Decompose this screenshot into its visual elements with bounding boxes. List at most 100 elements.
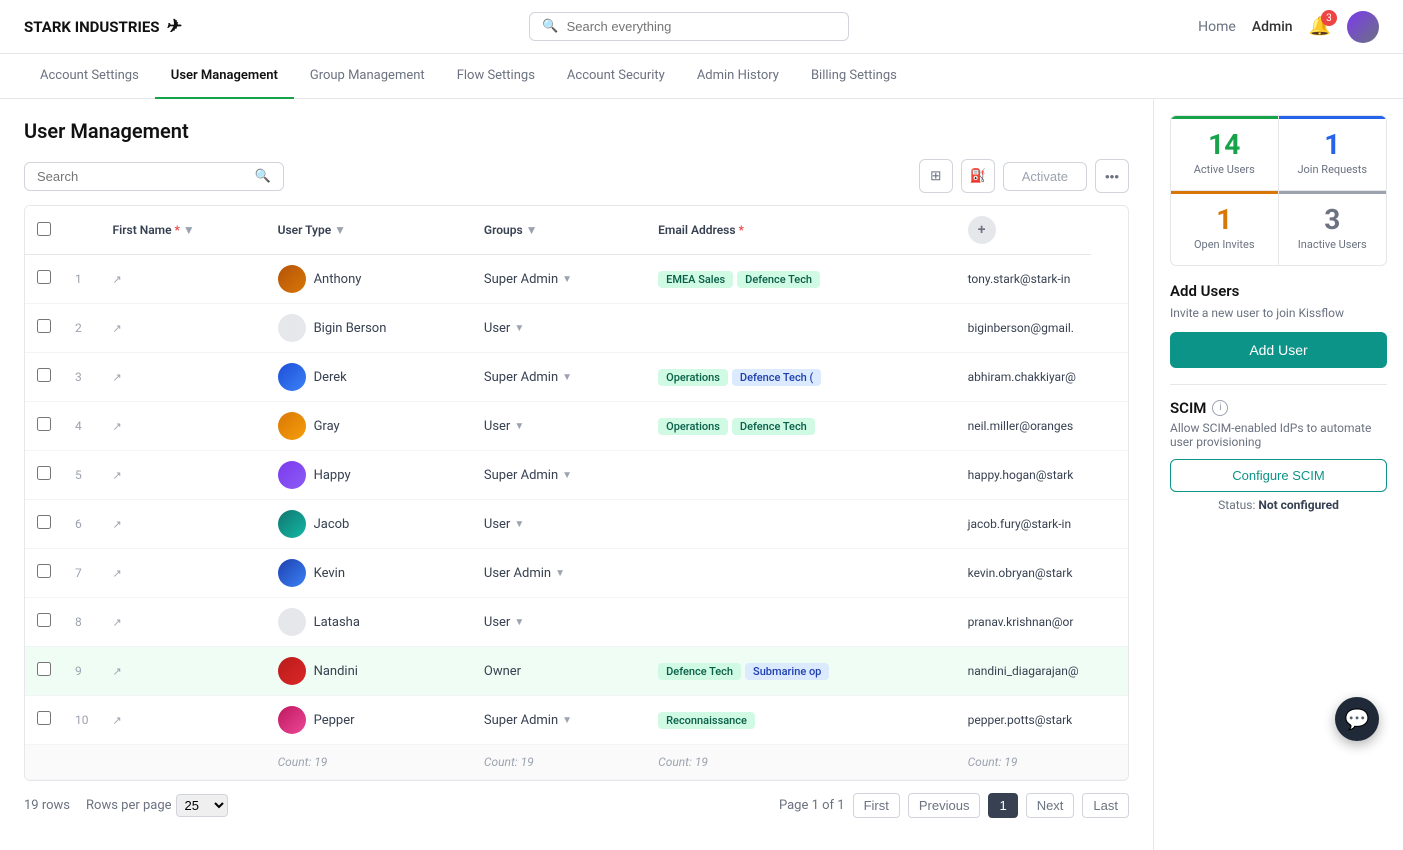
row-number: 3 bbox=[63, 353, 101, 402]
stat-card-active-users[interactable]: 14 Active Users bbox=[1171, 116, 1279, 191]
group-tag: Reconnaissance bbox=[658, 712, 755, 729]
nav-home[interactable]: Home bbox=[1198, 19, 1236, 35]
nav-admin[interactable]: Admin bbox=[1252, 19, 1293, 35]
row-first-name: Nandini bbox=[266, 647, 472, 696]
row-edit-icon[interactable]: ↗ bbox=[101, 549, 266, 598]
tab-account-security[interactable]: Account Security bbox=[551, 54, 681, 99]
toolbar: 🔍 ⊞ ⛽ Activate ••• bbox=[24, 159, 1129, 193]
search-box[interactable]: 🔍 bbox=[24, 162, 284, 191]
stat-card-open-invites[interactable]: 1 Open Invites bbox=[1171, 191, 1279, 265]
table-row: 2 ↗ Bigin Berson User ▼ biginberson@gmai… bbox=[25, 304, 1128, 353]
add-user-button[interactable]: Add User bbox=[1170, 332, 1387, 368]
tab-account-settings[interactable]: Account Settings bbox=[24, 54, 155, 99]
last-page-button[interactable]: Last bbox=[1082, 793, 1129, 818]
type-dropdown[interactable]: ▼ bbox=[562, 715, 572, 726]
type-dropdown[interactable]: ▼ bbox=[555, 568, 565, 579]
row-first-name: Happy bbox=[266, 451, 472, 500]
table-row: 1 ↗ Anthony Super Admin ▼ EMEA SalesDefe… bbox=[25, 255, 1128, 304]
group-tag: Submarine op bbox=[745, 663, 829, 680]
row-checkbox[interactable] bbox=[37, 270, 51, 284]
row-number: 8 bbox=[63, 598, 101, 647]
stat-card-inactive-users[interactable]: 3 Inactive Users bbox=[1279, 191, 1387, 265]
row-checkbox[interactable] bbox=[37, 466, 51, 480]
previous-page-button[interactable]: Previous bbox=[908, 793, 981, 818]
tab-user-management[interactable]: User Management bbox=[155, 54, 294, 99]
filter-button[interactable]: ⛽ bbox=[961, 159, 995, 193]
row-edit-icon[interactable]: ↗ bbox=[101, 500, 266, 549]
stat-card-join-requests[interactable]: 1 Join Requests bbox=[1279, 116, 1387, 191]
table-view-button[interactable]: ⊞ bbox=[919, 159, 953, 193]
configure-scim-button[interactable]: Configure SCIM bbox=[1170, 459, 1387, 492]
row-email: pranav.krishnan@or bbox=[956, 598, 1091, 647]
notifications-button[interactable]: 🔔 3 bbox=[1309, 16, 1331, 37]
scim-description: Allow SCIM-enabled IdPs to automate user… bbox=[1170, 421, 1387, 449]
row-checkbox[interactable] bbox=[37, 662, 51, 676]
row-checkbox[interactable] bbox=[37, 368, 51, 382]
row-email: abhiram.chakkiyar@ bbox=[956, 353, 1091, 402]
first-page-button[interactable]: First bbox=[853, 793, 900, 818]
user-avatar-small bbox=[278, 657, 306, 685]
row-edit-icon[interactable]: ↗ bbox=[101, 402, 266, 451]
type-dropdown[interactable]: ▼ bbox=[562, 274, 572, 285]
row-number: 9 bbox=[63, 647, 101, 696]
row-edit-icon[interactable]: ↗ bbox=[101, 451, 266, 500]
top-nav: STARK INDUSTRIES ✈ 🔍 Home Admin 🔔 3 bbox=[0, 0, 1403, 54]
activate-button[interactable]: Activate bbox=[1003, 162, 1087, 191]
row-first-name: Anthony bbox=[266, 255, 472, 304]
tab-group-management[interactable]: Group Management bbox=[294, 54, 441, 99]
row-email: tony.stark@stark-in bbox=[956, 255, 1091, 304]
logo-icon: ✈ bbox=[166, 16, 181, 37]
avatar-image bbox=[1347, 11, 1379, 43]
search-input[interactable] bbox=[37, 169, 247, 184]
stats-grid: 14 Active Users 1 Join Requests 1 Open I… bbox=[1170, 115, 1387, 266]
row-checkbox[interactable] bbox=[37, 319, 51, 333]
row-edit-icon[interactable]: ↗ bbox=[101, 353, 266, 402]
table-icon: ⊞ bbox=[930, 168, 941, 184]
global-search-box[interactable]: 🔍 bbox=[529, 12, 849, 41]
row-checkbox[interactable] bbox=[37, 711, 51, 725]
type-dropdown[interactable]: ▼ bbox=[562, 372, 572, 383]
col-user-type: User Type ▼ bbox=[266, 206, 472, 255]
group-tag: Operations bbox=[658, 369, 728, 386]
row-checkbox[interactable] bbox=[37, 564, 51, 578]
row-edit-icon[interactable]: ↗ bbox=[101, 255, 266, 304]
row-edit-icon[interactable]: ↗ bbox=[101, 696, 266, 745]
tab-billing-settings[interactable]: Billing Settings bbox=[795, 54, 913, 99]
tab-admin-history[interactable]: Admin History bbox=[681, 54, 795, 99]
row-user-type: User ▼ bbox=[472, 402, 646, 451]
type-dropdown[interactable]: ▼ bbox=[514, 323, 524, 334]
row-user-type: User Admin ▼ bbox=[472, 549, 646, 598]
row-checkbox[interactable] bbox=[37, 613, 51, 627]
type-dropdown[interactable]: ▼ bbox=[514, 519, 524, 530]
current-page-button[interactable]: 1 bbox=[988, 793, 1017, 818]
row-edit-icon[interactable]: ↗ bbox=[101, 598, 266, 647]
scim-section: SCIM i Allow SCIM-enabled IdPs to automa… bbox=[1170, 384, 1387, 512]
next-page-button[interactable]: Next bbox=[1026, 793, 1075, 818]
group-tag: Operations bbox=[658, 418, 728, 435]
stat-number: 1 bbox=[1291, 130, 1375, 161]
stat-bar bbox=[1171, 116, 1278, 119]
type-dropdown[interactable]: ▼ bbox=[514, 421, 524, 432]
row-edit-icon[interactable]: ↗ bbox=[101, 647, 266, 696]
global-search-input[interactable] bbox=[567, 19, 837, 34]
scim-info-icon[interactable]: i bbox=[1212, 400, 1228, 416]
select-all-checkbox[interactable] bbox=[37, 222, 51, 236]
rows-per-page: Rows per page 2550100 bbox=[86, 794, 228, 817]
user-avatar[interactable] bbox=[1347, 11, 1379, 43]
rows-per-page-select[interactable]: 2550100 bbox=[176, 794, 228, 817]
user-avatar-small bbox=[278, 608, 306, 636]
type-dropdown[interactable]: ▼ bbox=[514, 617, 524, 628]
add-column-button[interactable]: + bbox=[968, 216, 996, 244]
table-row: 6 ↗ Jacob User ▼ jacob.fury@stark-in bbox=[25, 500, 1128, 549]
row-first-name: Gray bbox=[266, 402, 472, 451]
left-panel: User Management 🔍 ⊞ ⛽ Activate ••• bbox=[0, 99, 1153, 850]
row-user-type: User ▼ bbox=[472, 304, 646, 353]
tab-flow-settings[interactable]: Flow Settings bbox=[441, 54, 551, 99]
row-email: neil.miller@oranges bbox=[956, 402, 1091, 451]
more-options-button[interactable]: ••• bbox=[1095, 159, 1129, 193]
type-dropdown[interactable]: ▼ bbox=[562, 470, 572, 481]
row-checkbox[interactable] bbox=[37, 515, 51, 529]
chat-widget[interactable]: 💬 bbox=[1335, 697, 1379, 741]
row-checkbox[interactable] bbox=[37, 417, 51, 431]
row-edit-icon[interactable]: ↗ bbox=[101, 304, 266, 353]
